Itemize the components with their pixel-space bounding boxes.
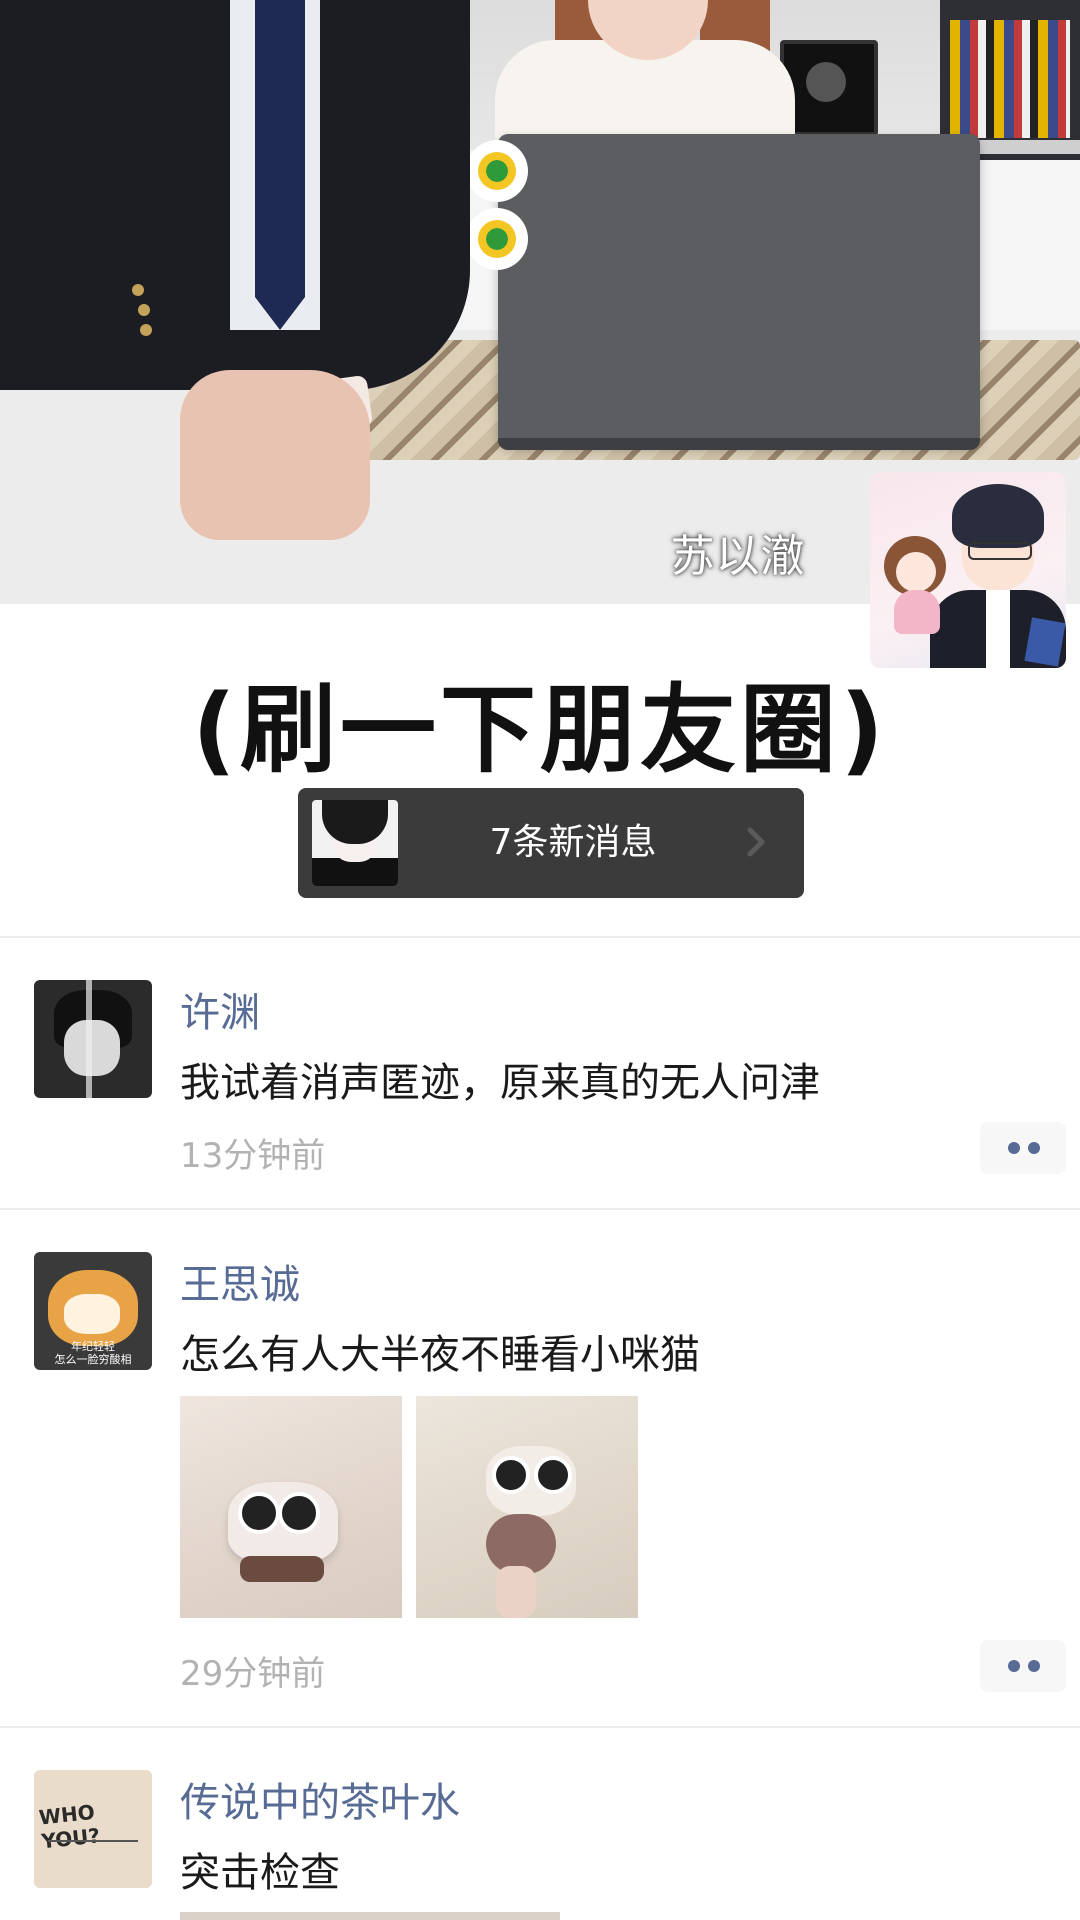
divider <box>0 1208 1080 1210</box>
avatar-caption: 年纪轻轻 怎么一脸穷酸相 <box>54 1340 132 1366</box>
avatar[interactable]: WHO YOU? <box>34 1770 152 1888</box>
dot-icon <box>1008 1142 1020 1154</box>
dot-icon <box>1028 1142 1040 1154</box>
post-time: 13分钟前 <box>180 1136 326 1176</box>
dot-icon <box>1008 1660 1020 1672</box>
post-username[interactable]: 传说中的茶叶水 <box>180 1770 460 1828</box>
divider <box>0 936 1080 938</box>
post-text: 突击检查 <box>180 1850 340 1896</box>
avatar[interactable] <box>34 980 152 1098</box>
bookshelf <box>950 20 1070 138</box>
post-time: 29分钟前 <box>180 1654 326 1694</box>
post-photo[interactable] <box>416 1396 638 1618</box>
cuff-button <box>132 284 144 296</box>
laptop <box>498 134 980 446</box>
post-photo[interactable] <box>180 1912 560 1920</box>
more-options-button[interactable] <box>980 1122 1066 1174</box>
laptop-sticker <box>466 140 528 202</box>
post-photo[interactable] <box>180 1396 402 1618</box>
headline-caption: (刷一下朋友圈) <box>192 674 888 786</box>
laptop-edge <box>498 438 980 450</box>
cuff-button <box>138 304 150 316</box>
new-messages-label: 7条新消息 <box>489 822 657 863</box>
dot-icon <box>1028 1660 1040 1672</box>
man-tie <box>255 0 305 330</box>
post-text: 怎么有人大半夜不睡看小咪猫 <box>180 1332 700 1378</box>
post-username[interactable]: 许渊 <box>180 980 260 1038</box>
post-text: 我试着消声匿迹，原来真的无人问津 <box>180 1060 820 1106</box>
avatar[interactable]: 年纪轻轻 怎么一脸穷酸相 <box>34 1252 152 1370</box>
chevron-right-icon <box>747 827 765 857</box>
new-messages-button[interactable]: 7条新消息 <box>298 788 804 898</box>
laptop-sticker <box>466 208 528 270</box>
character-portrait <box>870 472 1066 668</box>
divider <box>0 1726 1080 1728</box>
avatar <box>312 800 398 886</box>
man-hand <box>180 370 370 540</box>
more-options-button[interactable] <box>980 1640 1066 1692</box>
cuff-button <box>140 324 152 336</box>
post-username[interactable]: 王思诚 <box>180 1252 300 1310</box>
speaker-name-caption: 苏以澈 <box>670 531 806 582</box>
